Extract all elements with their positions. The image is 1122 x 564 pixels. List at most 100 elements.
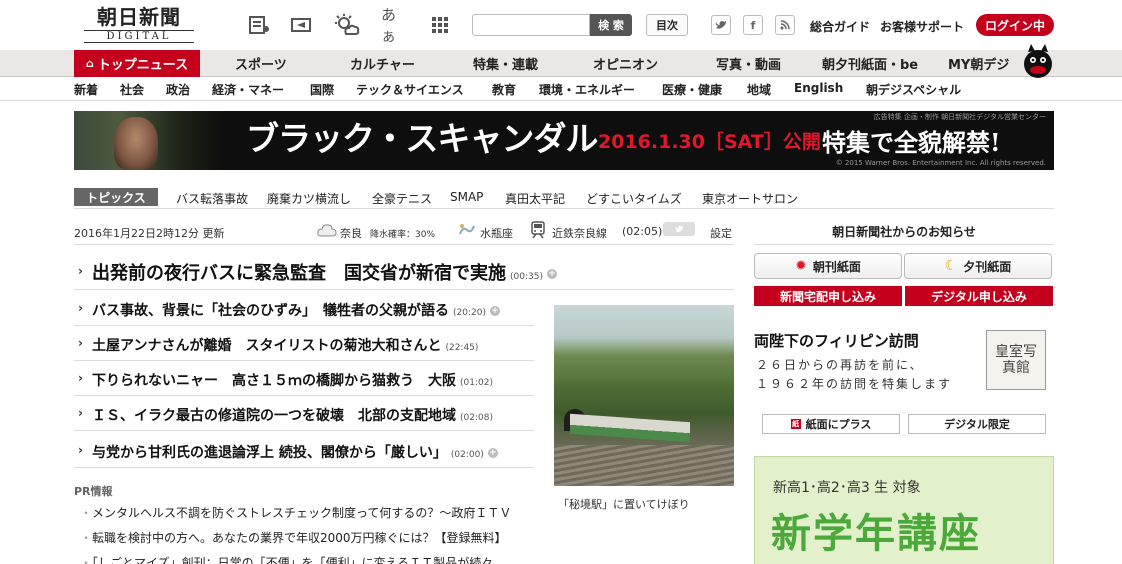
pr-link[interactable]: 転職を検討中の方へ。あなたの業界で年収2000万円稼ぐには？【登録無料】 [80, 529, 507, 546]
ad-new-term[interactable]: 新高1･高2･高3 生 対象 新学年講座 [754, 456, 1054, 564]
delivery-apply-button[interactable]: 新聞宅配申し込み [754, 286, 902, 306]
headline-row[interactable]: › バス事故、背景に「社会のひずみ」 犠牲者の父親が語る (20:20) + [74, 292, 534, 326]
banner-pr-note: 広告特集 企画・制作 朝日新聞社デジタル営業センター [873, 113, 1046, 121]
support-link[interactable]: お客様サポート [880, 18, 964, 35]
plus-icon[interactable]: + [489, 306, 500, 316]
headline-row[interactable]: › ＩＳ、イラク最古の修道院の一つを破壊 北部の支配地域 (02:08) [74, 397, 534, 431]
topic-link[interactable]: どすこいタイムズ [586, 190, 682, 207]
rss-icon[interactable] [775, 15, 795, 35]
nav-my-asahi[interactable]: MY朝デジ [948, 50, 1009, 77]
mascot-icon[interactable] [1018, 40, 1058, 80]
subnav-special[interactable]: 朝デジスペシャル [866, 81, 961, 98]
rain-probability: 降水確率：30% [370, 230, 436, 240]
contents-button[interactable]: 目次 [646, 14, 688, 36]
headline-row[interactable]: › 下りられないニャー 高さ１５ｍの橋脚から猫救う 大阪 (01:02) [74, 362, 534, 396]
banner-portrait [114, 117, 158, 170]
headline-link[interactable]: 下りられないニャー 高さ１５ｍの橋脚から猫救う 大阪 (01:02) [92, 370, 493, 390]
pr-link[interactable]: メンタルヘルス不調を防ぐストレスチェック制度って何するの？～政府ＩＴＶ [80, 504, 511, 521]
pr-link[interactable]: 「しごとマイズ」創刊：日常の「不便」を「便利」に変えるＩＴ製品が続々 [80, 554, 493, 564]
pr-label: PR情報 [74, 485, 113, 498]
notice-title: 朝日新聞社からのお知らせ [754, 219, 1054, 245]
topic-link[interactable]: SMAP [450, 190, 483, 204]
newspaper-icon[interactable] [246, 13, 272, 37]
subnav-environment[interactable]: 環境・エネルギー [539, 81, 635, 98]
search-button[interactable]: 検 索 [590, 14, 632, 36]
subnav-society[interactable]: 社会 [120, 81, 144, 98]
ad-subtitle: 新高1･高2･高3 生 対象 [773, 480, 921, 496]
topic-link[interactable]: 東京オートサロン [702, 190, 798, 207]
nav-photo-video[interactable]: 写真・動画 [716, 50, 781, 77]
megaphone-icon[interactable] [289, 13, 315, 37]
weather-city[interactable]: 奈良 [340, 225, 362, 241]
subnav-politics[interactable]: 政治 [166, 81, 190, 98]
sub-nav: 新着 社会 政治 経済・マネー 国際 テック＆サイエンス 教育 環境・エネルギー… [0, 77, 1122, 101]
topic-link[interactable]: 廃棄カツ横流し [267, 190, 351, 207]
login-button[interactable]: ログイン中 [976, 14, 1054, 36]
feature-desc-line: １９６２年の訪問を特集します [756, 377, 953, 391]
headline-link[interactable]: ＩＳ、イラク最古の修道院の一つを破壊 北部の支配地域 (02:08) [92, 405, 493, 425]
twitter-icon[interactable] [711, 15, 731, 35]
headline-row[interactable]: › 土屋アンナさんが離婚 スタイリストの菊池大和さんと (22:45) [74, 327, 534, 361]
feature-title[interactable]: 両陛下のフィリピン訪問 [754, 330, 919, 351]
search-input[interactable] [472, 14, 590, 36]
digital-apply-button[interactable]: デジタル申し込み [905, 286, 1053, 306]
info-bar: 2016年1月22日2時12分 更新 奈良 降水確率：30% 水瓶座 近鉄奈良線… [74, 219, 734, 245]
subnav-tech[interactable]: テック＆サイエンス [356, 81, 464, 98]
photo-caption[interactable]: 「秘境駅」に置いてけぼり [558, 496, 690, 512]
nav-opinion[interactable]: オピニオン [593, 50, 658, 77]
banner-title: ブラック・スキャンダル [246, 119, 598, 158]
facebook-icon[interactable]: f [743, 15, 763, 35]
morning-edition-button[interactable]: ✹ 朝刊紙面 [754, 253, 902, 279]
evening-edition-button[interactable]: ☾ 夕刊紙面 [904, 253, 1052, 279]
subnav-international[interactable]: 国際 [310, 81, 334, 98]
digital-limited-button[interactable]: デジタル限定 [908, 414, 1046, 434]
site-logo[interactable]: 朝日新聞 DIGITAL [84, 6, 194, 43]
headline-link[interactable]: バス事故、背景に「社会のひずみ」 犠牲者の父親が語る (20:20) + [92, 300, 500, 320]
weather-sun-cloud-icon[interactable] [334, 13, 360, 37]
headline-time: (01:02) [460, 378, 493, 388]
subnav-education[interactable]: 教育 [492, 81, 516, 98]
headline-link[interactable]: 土屋アンナさんが離婚 スタイリストの菊池大和さんと (22:45) [92, 335, 478, 355]
imperial-photo-stamp[interactable]: 皇室写真館 [986, 330, 1046, 390]
plus-paper-button[interactable]: 紙 紙面にプラス [762, 414, 900, 434]
nav-features[interactable]: 特集・連載 [473, 50, 538, 77]
topic-link[interactable]: バス転落事故 [176, 190, 248, 207]
topic-link[interactable]: 真田太平記 [505, 190, 565, 207]
topics-bar: トピックス バス転落事故 廃棄カツ横流し 全豪テニス SMAP 真田太平記 どす… [74, 187, 1054, 209]
subnav-medical[interactable]: 医療・健康 [662, 81, 722, 98]
subnav-region[interactable]: 地域 [747, 81, 771, 98]
nav-sports[interactable]: スポーツ [235, 50, 287, 77]
tweet-bubble-icon[interactable] [662, 221, 696, 242]
topic-link[interactable]: 全豪テニス [372, 190, 432, 207]
subnav-english[interactable]: English [794, 81, 843, 95]
logo-jp: 朝日新聞 [97, 5, 181, 29]
logo-digital: DIGITAL [84, 30, 194, 43]
grid-menu-icon[interactable] [427, 13, 453, 37]
nav-top-news[interactable]: ⌂ トップニュース [74, 50, 200, 77]
topics-label: トピックス [74, 188, 158, 206]
font-size-icon[interactable]: あぁ [381, 6, 407, 45]
nav-newspaper[interactable]: 朝夕刊紙面・be [822, 50, 918, 77]
chevron-right-icon: › [78, 301, 83, 315]
headline-link[interactable]: 与党から甘利氏の進退論浮上 続投、閣僚から「厳しい」 (02:00) + [92, 442, 498, 462]
plus-icon[interactable]: + [546, 269, 557, 279]
photo-rails [554, 445, 734, 486]
headline-link[interactable]: 出発前の夜行バスに緊急監査 国交省が新宿で実施 (00:35) + [92, 259, 557, 285]
headline-row[interactable]: › 与党から甘利氏の進退論浮上 続投、閣僚から「厳しい」 (02:00) + [74, 434, 534, 468]
top-headline[interactable]: › 出発前の夜行バスに緊急監査 国交省が新宿で実施 (00:35) + [74, 254, 734, 290]
nav-culture[interactable]: カルチャー [350, 50, 415, 77]
subnav-economy[interactable]: 経済・マネー [212, 81, 284, 98]
chevron-right-icon: › [78, 443, 83, 457]
ad-banner[interactable]: ブラック・スキャンダル 2016.1.30［SAT］公開 特集で全貌解禁! 広告… [74, 111, 1054, 170]
news-photo[interactable] [554, 305, 734, 486]
photo-train [570, 413, 690, 443]
subnav-new[interactable]: 新着 [74, 81, 98, 98]
ad-headline: 新学年講座 [771, 511, 981, 557]
guide-link[interactable]: 総合ガイド [810, 18, 870, 35]
chevron-right-icon: › [78, 264, 83, 278]
horoscope-sign[interactable]: 水瓶座 [480, 225, 513, 241]
plus-icon[interactable]: + [487, 448, 498, 458]
site-header: 朝日新聞 DIGITAL あぁ 検 索 目次 f 総合ガイド お客様サポート ロ… [0, 0, 1122, 50]
train-line[interactable]: 近鉄奈良線 [552, 225, 607, 241]
settings-link[interactable]: 設定 [710, 225, 732, 241]
